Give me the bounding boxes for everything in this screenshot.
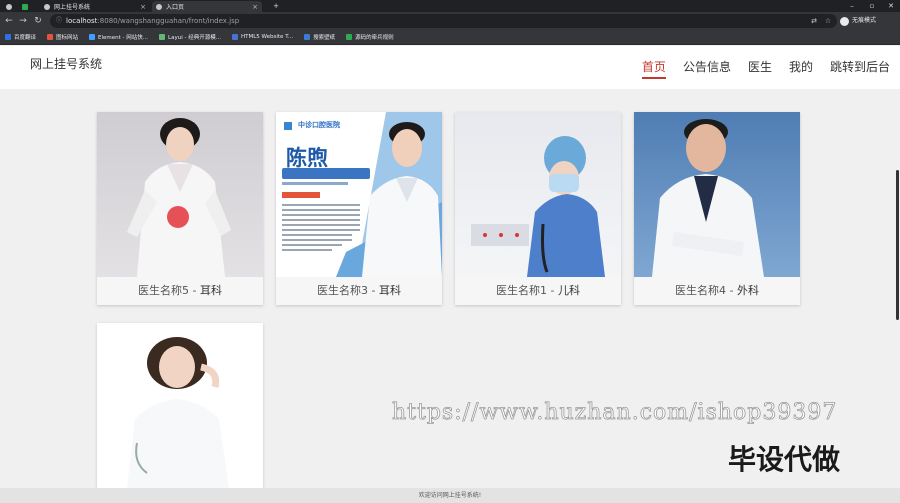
bookmark-item[interactable]: Element - 网站快... bbox=[89, 33, 148, 41]
address-bar[interactable]: ⓘ localhost:8080/wangshangguahan/front/i… bbox=[50, 14, 837, 28]
incognito-profile[interactable]: 无痕模式 bbox=[840, 15, 876, 27]
bookmark-label: HTML5 Website T... bbox=[240, 34, 294, 40]
bookmark-item[interactable]: 百度翻译 bbox=[5, 33, 36, 41]
caption-separator: - bbox=[726, 284, 737, 297]
nav-admin[interactable]: 跳转到后台 bbox=[830, 58, 890, 79]
watermark-text: 毕设代做 bbox=[728, 443, 841, 476]
browser-tab-entry[interactable]: 入口页 × bbox=[152, 1, 262, 12]
globe-icon bbox=[44, 3, 50, 10]
poster-doctor-name: 陈煦 bbox=[286, 145, 328, 170]
bookmark-icon bbox=[89, 34, 96, 40]
browser-toolbar: ← → ↻ ⓘ localhost:8080/wangshangguahan/f… bbox=[0, 12, 900, 30]
bookmark-icon bbox=[346, 34, 353, 40]
url-host: localhost bbox=[66, 17, 98, 25]
bookmark-item[interactable]: Layui - 经典开源模... bbox=[159, 33, 221, 41]
doctor-dept: 外科 bbox=[736, 284, 759, 297]
bookmark-star-icon[interactable]: ☆ bbox=[822, 15, 834, 27]
bookmark-label: Layui - 经典开源模... bbox=[168, 35, 221, 41]
doctor-name: 医生名称1 bbox=[496, 284, 548, 297]
globe-icon bbox=[156, 3, 162, 10]
bookmark-item[interactable]: 图标网站 bbox=[47, 33, 78, 41]
incognito-icon bbox=[840, 16, 849, 26]
doctor-dept: 儿科 bbox=[557, 284, 580, 297]
browser-tab-system[interactable]: 网上挂号系统 × bbox=[40, 1, 150, 12]
close-window-icon[interactable]: ✕ bbox=[881, 0, 900, 12]
doctor-caption: 医生名称1 - 儿科 bbox=[455, 277, 621, 305]
doctor-caption: 医生名称4 - 外科 bbox=[634, 277, 800, 305]
doctor-card[interactable]: 医生名称5 - 耳科 bbox=[97, 112, 263, 305]
reload-icon[interactable]: ↻ bbox=[32, 15, 44, 27]
browser-tab-pinned[interactable] bbox=[2, 1, 16, 12]
doctor-card[interactable] bbox=[97, 323, 263, 488]
nav-notices[interactable]: 公告信息 bbox=[683, 58, 731, 79]
site-brand: 网上挂号系统 bbox=[30, 57, 103, 71]
bookmarks-bar: 百度翻译 图标网站 Element - 网站快... Layui - 经典开源模… bbox=[0, 30, 900, 45]
tab-label: 入口页 bbox=[166, 4, 185, 11]
nav-doctors[interactable]: 医生 bbox=[748, 58, 772, 79]
minimize-icon[interactable]: – bbox=[842, 0, 862, 12]
bookmark-icon bbox=[304, 34, 311, 40]
nav-home[interactable]: 首页 bbox=[641, 58, 666, 79]
bookmark-icon bbox=[159, 34, 166, 40]
watermark-url: https://www.huzhan.com/ishop39397 bbox=[392, 400, 838, 426]
bookmark-icon bbox=[47, 34, 54, 40]
caption-separator: - bbox=[368, 284, 379, 297]
app-icon bbox=[22, 3, 28, 10]
bookmark-item[interactable]: 源码的牵兵规则 bbox=[346, 33, 394, 41]
chrome-icon bbox=[6, 3, 12, 10]
bookmark-label: 百度翻译 bbox=[14, 35, 37, 41]
forward-icon[interactable]: → bbox=[17, 15, 29, 27]
bookmark-label: Element - 网站快... bbox=[98, 35, 149, 41]
translate-icon[interactable]: ⇄ bbox=[808, 15, 820, 27]
url-path: :8080/wangshangguahan/front/index.jsp bbox=[97, 17, 240, 25]
doctor-photo bbox=[97, 112, 263, 277]
new-tab-button[interactable]: + bbox=[266, 0, 286, 12]
doctor-photo bbox=[455, 112, 621, 277]
caption-separator: - bbox=[189, 284, 200, 297]
page-scrollbar[interactable] bbox=[896, 170, 899, 320]
close-icon[interactable]: × bbox=[252, 3, 258, 11]
site-footer: 欢迎访问网上挂号系统! bbox=[0, 488, 900, 503]
bookmark-item[interactable]: 搜索壁纸 bbox=[304, 33, 335, 41]
doctor-card[interactable]: 医生名称1 - 儿科 bbox=[455, 112, 621, 305]
bookmark-label: 源码的牵兵规则 bbox=[355, 35, 394, 41]
back-icon[interactable]: ← bbox=[3, 15, 15, 27]
info-icon[interactable]: ⓘ bbox=[56, 14, 62, 28]
bookmark-item[interactable]: HTML5 Website T... bbox=[231, 34, 294, 40]
doctor-card[interactable]: 中诊口腔医院 陈煦 医生名称3 - 耳科 bbox=[276, 112, 442, 305]
browser-tab-bar: 网上挂号系统 × 入口页 × + – ▫ ✕ bbox=[0, 0, 900, 12]
bookmark-icon bbox=[231, 34, 238, 40]
bookmark-label: 图标网站 bbox=[56, 35, 79, 41]
doctor-caption: 医生名称3 - 耳科 bbox=[276, 277, 442, 305]
doctor-caption: 医生名称5 - 耳科 bbox=[97, 277, 263, 305]
doctor-card[interactable]: 医生名称4 - 外科 bbox=[634, 112, 800, 305]
caption-separator: - bbox=[547, 284, 558, 297]
doctor-name: 医生名称5 bbox=[138, 284, 190, 297]
main-nav: 首页 公告信息 医生 我的 跳转到后台 bbox=[625, 58, 890, 79]
site-header: 网上挂号系统 首页 公告信息 医生 我的 跳转到后台 bbox=[0, 46, 900, 89]
tab-label: 网上挂号系统 bbox=[54, 4, 91, 11]
poster-org: 中诊口腔医院 bbox=[298, 121, 340, 129]
doctor-dept: 耳科 bbox=[199, 284, 222, 297]
nav-mine[interactable]: 我的 bbox=[789, 58, 813, 79]
doctor-name: 医生名称4 bbox=[675, 284, 727, 297]
doctor-photo bbox=[634, 112, 800, 277]
browser-tab-pinned-2[interactable] bbox=[18, 1, 32, 12]
doctor-dept: 耳科 bbox=[378, 284, 401, 297]
doctor-photo bbox=[97, 323, 263, 488]
profile-label: 无痕模式 bbox=[852, 17, 877, 24]
bookmark-label: 搜索壁纸 bbox=[313, 35, 336, 41]
close-icon[interactable]: × bbox=[140, 3, 146, 11]
doctor-name: 医生名称3 bbox=[317, 284, 369, 297]
restore-icon[interactable]: ▫ bbox=[862, 0, 882, 12]
doctor-photo: 中诊口腔医院 陈煦 bbox=[276, 112, 442, 277]
bookmark-icon bbox=[5, 34, 11, 40]
